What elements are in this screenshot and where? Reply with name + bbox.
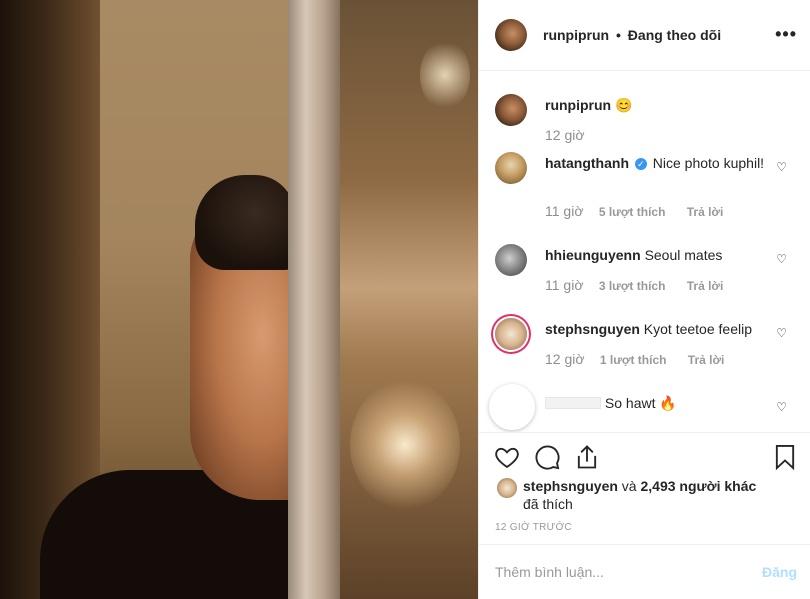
likes-others[interactable]: 2,493 người khác	[640, 478, 756, 494]
comment-like-heart-icon[interactable]: ♡	[776, 160, 787, 174]
commenter-avatar[interactable]	[495, 244, 527, 276]
comment-time[interactable]: 11 giờ	[545, 203, 584, 219]
comment-icon[interactable]	[533, 443, 561, 471]
comment-meta: 11 giờ 5 lượt thích Trả lời	[545, 203, 723, 219]
likes-and: và	[621, 478, 637, 494]
comment-like-heart-icon[interactable]: ♡	[776, 400, 787, 414]
separator-dot: •	[616, 27, 621, 43]
likes-summary[interactable]: stephsnguyen và 2,493 người khác đã thíc…	[523, 477, 773, 513]
comment-message: So hawt 🔥	[604, 395, 677, 411]
caption-meta: 12 giờ	[545, 127, 597, 143]
post-actions: stephsnguyen và 2,493 người khác đã thíc…	[479, 432, 810, 544]
comment-likes-count[interactable]: 5 lượt thích	[599, 205, 666, 219]
comments-list: runpiprun 😊 12 giờ hatangthanh ✓ Nice ph…	[479, 72, 810, 432]
more-options-icon[interactable]: •••	[775, 24, 797, 45]
commenter-avatar[interactable]	[489, 384, 535, 430]
liker-username[interactable]: stephsnguyen	[523, 478, 618, 494]
comment-text: hhieunguyenn Seoul mates	[545, 246, 765, 264]
comment-meta: 11 giờ 3 lượt thích Trả lời	[545, 277, 723, 293]
author-avatar[interactable]	[495, 19, 527, 51]
commenter-avatar[interactable]	[495, 318, 527, 350]
add-comment-bar: Thêm bình luận... Đăng	[479, 544, 810, 599]
commenter-avatar[interactable]	[495, 152, 527, 184]
comment-text: So hawt 🔥	[545, 394, 765, 412]
post-header: runpiprun • Đang theo dõi •••	[479, 0, 810, 71]
comment-time[interactable]: 11 giờ	[545, 277, 584, 293]
comment-reply-button[interactable]: Trả lời	[688, 353, 725, 367]
post-timestamp[interactable]: 12 GIỜ TRƯỚC	[495, 522, 572, 533]
comment-likes-count[interactable]: 3 lượt thích	[599, 279, 666, 293]
bookmark-icon[interactable]	[771, 443, 799, 471]
comment-message: Kyot teetoe feelip	[643, 321, 752, 337]
add-comment-input[interactable]: Thêm bình luận...	[495, 564, 604, 580]
photo-light-glare	[350, 380, 460, 510]
author-username[interactable]: runpiprun	[543, 27, 609, 43]
comment-text: stephsnguyen Kyot teetoe feelip	[545, 320, 765, 338]
commenter-username[interactable]: hhieunguyenn	[545, 247, 641, 263]
comment-time[interactable]: 12 giờ	[545, 351, 585, 367]
comment-likes-count[interactable]: 1 lượt thích	[600, 353, 667, 367]
post-photo[interactable]	[0, 0, 478, 599]
commenter-username[interactable]: hatangthanh	[545, 155, 629, 171]
photo-hair	[195, 175, 295, 270]
comment-text: hatangthanh ✓ Nice photo kuphil!	[545, 154, 765, 172]
likes-suffix: đã thích	[523, 496, 573, 512]
photo-pillar	[288, 0, 348, 599]
liker-avatar[interactable]	[497, 478, 517, 498]
post-side-panel: runpiprun • Đang theo dõi ••• runpiprun …	[478, 0, 810, 599]
heart-icon[interactable]	[493, 443, 521, 471]
comment-like-heart-icon[interactable]: ♡	[776, 326, 787, 340]
share-icon[interactable]	[573, 443, 601, 471]
commenter-username[interactable]: stephsnguyen	[545, 321, 640, 337]
post-comment-button[interactable]: Đăng	[762, 564, 797, 580]
hidden-username	[545, 397, 601, 409]
comment-message: Nice photo kuphil!	[652, 155, 765, 171]
caption-avatar[interactable]	[495, 94, 527, 126]
comment-message: Seoul mates	[644, 247, 723, 263]
comment-reply-button[interactable]: Trả lời	[687, 205, 724, 219]
caption-text: runpiprun 😊	[545, 96, 765, 114]
comment-reply-button[interactable]: Trả lời	[687, 279, 724, 293]
following-button[interactable]: Đang theo dõi	[628, 27, 721, 43]
photo-light-glare-top	[420, 40, 470, 110]
comment-like-heart-icon[interactable]: ♡	[776, 252, 787, 266]
caption-username[interactable]: runpiprun	[545, 97, 611, 113]
caption-emoji: 😊	[615, 97, 633, 113]
verified-badge-icon: ✓	[634, 158, 647, 170]
caption-time[interactable]: 12 giờ	[545, 127, 585, 143]
author-line: runpiprun • Đang theo dõi	[543, 27, 721, 43]
comment-meta: 12 giờ 1 lượt thích Trả lời	[545, 351, 724, 367]
